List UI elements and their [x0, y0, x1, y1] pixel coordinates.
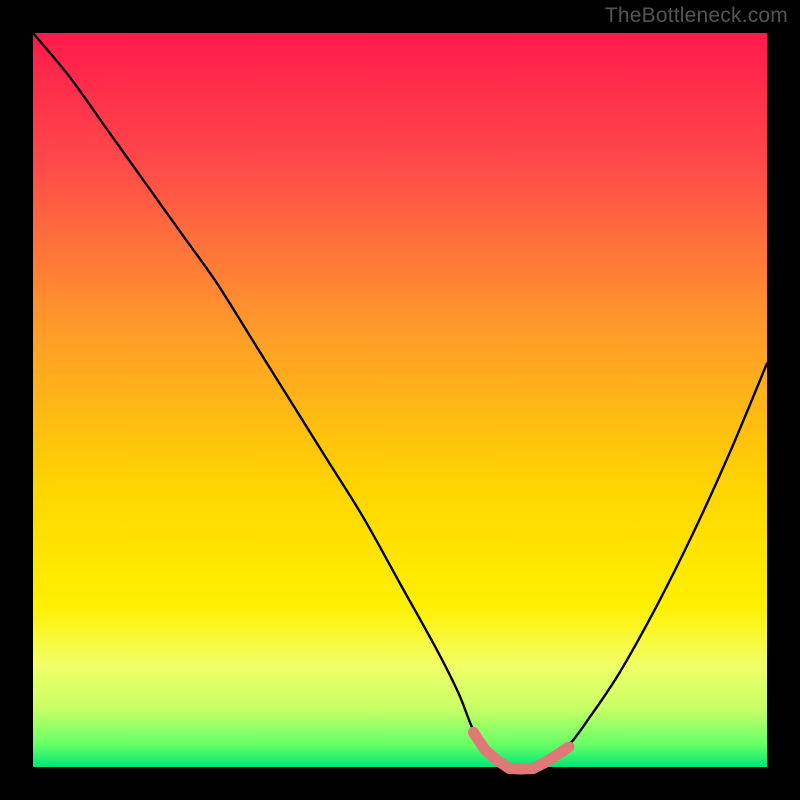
plot-area: [33, 33, 767, 767]
chart-container: TheBottleneck.com: [0, 0, 800, 800]
watermark-text: TheBottleneck.com: [605, 4, 788, 28]
bottleneck-curve-chart: [0, 0, 800, 800]
